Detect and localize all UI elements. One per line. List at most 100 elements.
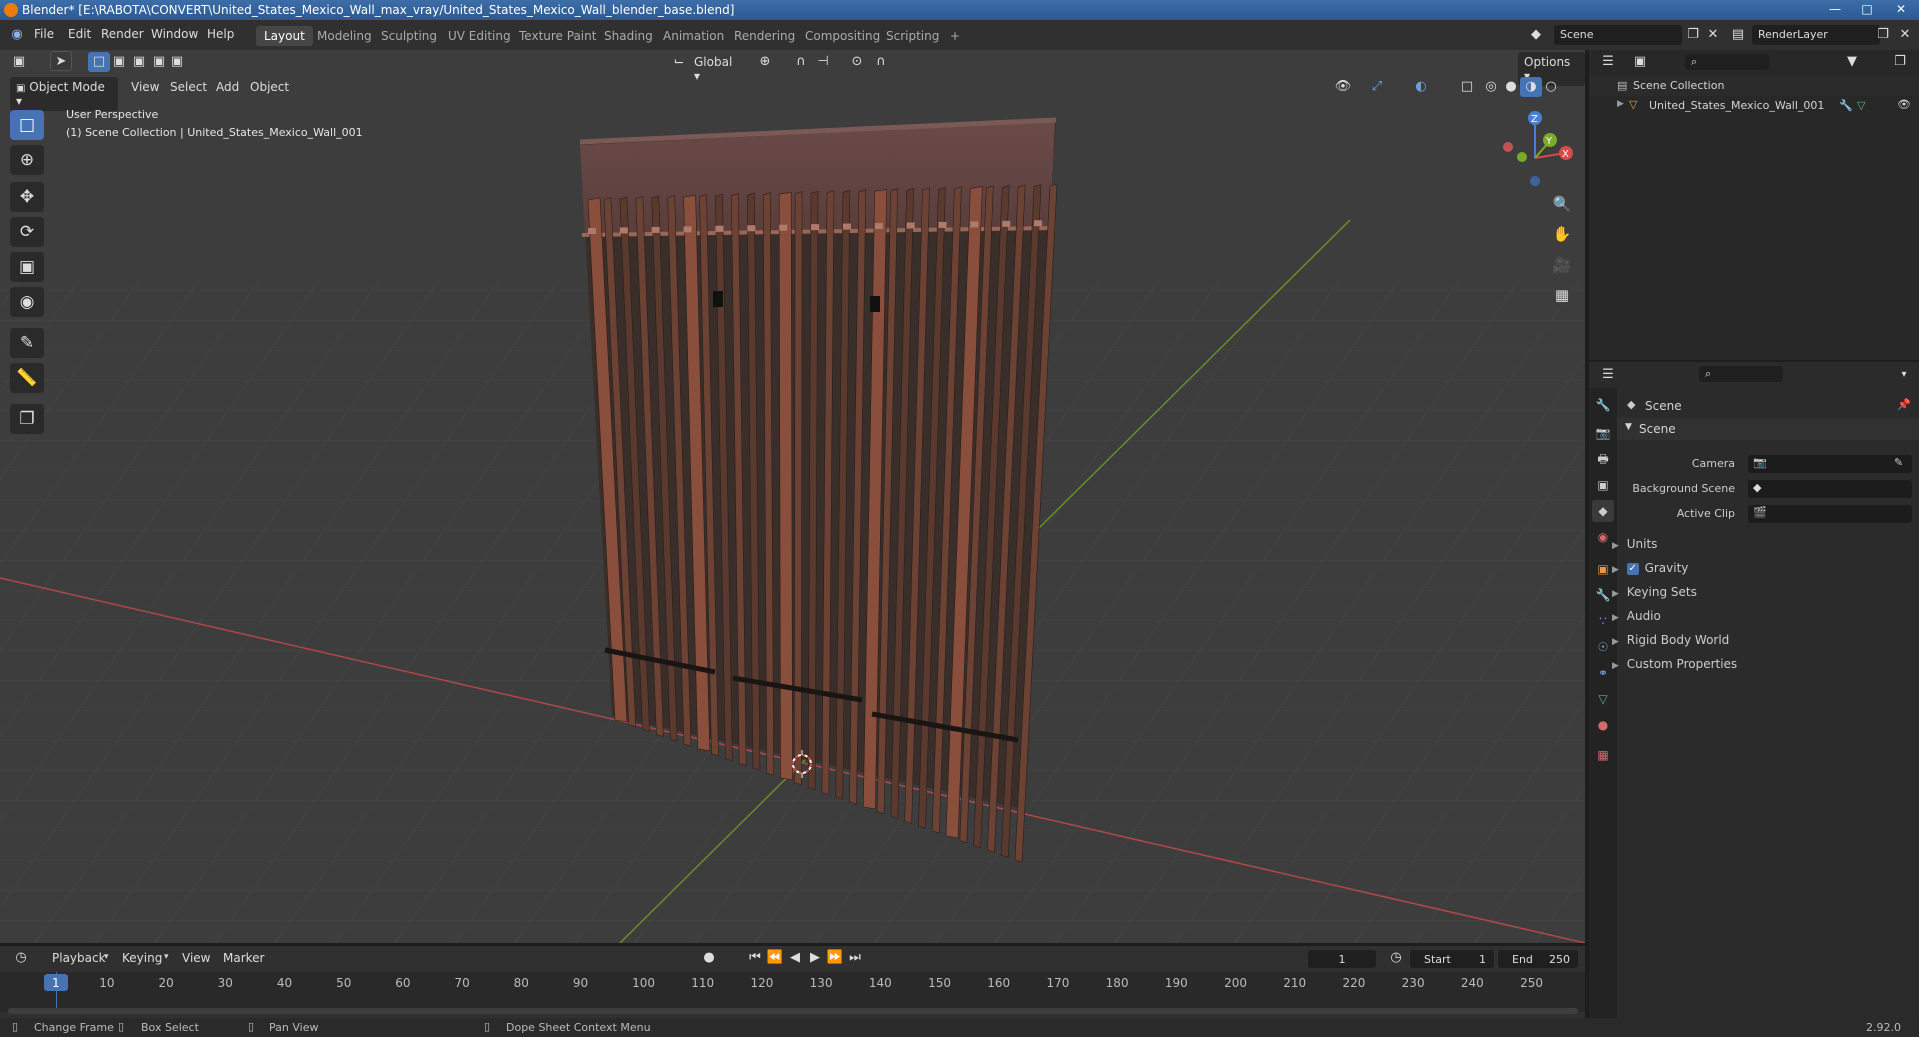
mesh-data-icon[interactable]: ▽ (1857, 99, 1865, 112)
texture-tab-icon[interactable]: ▦ (1592, 744, 1614, 766)
transform-orientation-dropdown[interactable]: Global ▾ (688, 52, 746, 86)
object-visibility-icon[interactable]: 👁 (1332, 77, 1354, 97)
tab-texture-paint[interactable]: Texture Paint (511, 26, 604, 46)
tab-modeling[interactable]: Modeling (309, 26, 380, 46)
rotate-tool-icon[interactable]: ⟳ (10, 217, 44, 247)
timeline-menu-marker[interactable]: Marker (223, 951, 264, 965)
jump-start-icon[interactable]: ⏮ (744, 948, 766, 968)
object-tab-icon[interactable]: ▣ (1592, 558, 1614, 580)
timeline-editor-type-icon[interactable]: ◷ (10, 948, 32, 968)
overlays-toggle-icon[interactable]: ◐ (1410, 77, 1432, 97)
zoom-icon[interactable]: 🔍 (1548, 190, 1576, 218)
3d-viewport[interactable]: Z Y X ▣ ➤ □ ▣ ▣ ▣ ▣ ⌙ Global ▾ ⊕ ∩ ⊣ ⊙ ∩… (0, 50, 1585, 943)
world-tab-icon[interactable]: ◉ (1592, 526, 1614, 548)
tab-uv-editing[interactable]: UV Editing (440, 26, 519, 46)
viewport-canvas[interactable]: Z Y X (0, 50, 1585, 943)
tab-compositing[interactable]: Compositing (797, 26, 888, 46)
keying-sets-panel[interactable]: ▶ Keying Sets (1612, 585, 1912, 607)
gravity-checkbox[interactable]: ✓ (1626, 562, 1639, 575)
menu-window[interactable]: Window (151, 27, 198, 41)
select-box-extend-icon[interactable]: ▣ (108, 52, 130, 72)
custom-properties-panel[interactable]: ▶ Custom Properties (1612, 657, 1912, 679)
eyedropper-icon[interactable]: ✎ (1894, 456, 1903, 469)
visibility-eye-icon[interactable]: 👁 (1897, 98, 1911, 111)
close-button[interactable]: ✕ (1886, 0, 1916, 18)
scene-section-header[interactable]: ▼ Scene (1617, 418, 1919, 440)
perspective-toggle-icon[interactable]: ▦ (1548, 281, 1576, 309)
pan-hand-icon[interactable]: ✋ (1548, 220, 1576, 248)
viewport-menu-add[interactable]: Add (216, 80, 239, 94)
new-layer-icon[interactable]: ❐ (1872, 25, 1894, 45)
cursor-tool-icon[interactable]: ⊕ (10, 145, 44, 175)
viewport-menu-object[interactable]: Object (250, 80, 289, 94)
minimize-button[interactable]: — (1820, 0, 1850, 18)
end-frame-field[interactable]: End 250 (1498, 950, 1578, 968)
modifier-icon[interactable]: 🔧 (1839, 99, 1853, 112)
maximize-button[interactable]: □ (1852, 0, 1882, 18)
constraints-tab-icon[interactable]: ⚭ (1592, 662, 1614, 684)
object-mode-dropdown[interactable]: ▣ Object Mode ▾ (10, 77, 118, 111)
next-keyframe-icon[interactable]: ⏩ (824, 948, 846, 968)
transform-tool-icon[interactable]: ◉ (10, 287, 44, 317)
annotate-tool-icon[interactable]: ✎ (10, 328, 44, 358)
proportional-edit-icon[interactable]: ⊙ (846, 52, 868, 72)
viewport-menu-select[interactable]: Select (170, 80, 207, 94)
shading-solid-icon[interactable]: ● (1500, 77, 1522, 97)
pin-icon[interactable]: 📌 (1897, 398, 1911, 411)
tool-tab-icon[interactable]: 🔧 (1592, 394, 1614, 416)
xray-toggle-icon[interactable]: □ (1456, 77, 1478, 97)
editor-type-icon[interactable]: ▣ (8, 52, 30, 72)
background-scene-field[interactable]: ◆ (1748, 480, 1912, 498)
active-clip-field[interactable]: 🎬 (1748, 505, 1912, 523)
menu-render[interactable]: Render (101, 27, 144, 41)
rigid-body-world-panel[interactable]: ▶ Rigid Body World (1612, 633, 1912, 655)
tab-rendering[interactable]: Rendering (726, 26, 803, 46)
preview-range-icon[interactable]: ◷ (1385, 948, 1407, 968)
outliner-row-root[interactable]: ▤ Scene Collection (1589, 76, 1919, 96)
view-layer-tab-icon[interactable]: ▣ (1592, 474, 1614, 496)
display-mode-icon[interactable]: ▣ (1629, 52, 1651, 72)
view-layer-icon[interactable]: ▤ (1727, 25, 1749, 45)
record-icon[interactable]: ● (698, 948, 720, 968)
select-box-new-icon[interactable]: □ (88, 52, 110, 72)
prev-keyframe-icon[interactable]: ⏪ (764, 948, 786, 968)
snap-icon[interactable]: ∩ (790, 52, 812, 72)
viewport-menu-view[interactable]: View (131, 80, 159, 94)
blender-menu-icon[interactable]: ◉ (6, 25, 28, 45)
particles-tab-icon[interactable]: ∵ (1592, 610, 1614, 632)
scene-tab-icon[interactable]: ◆ (1592, 500, 1614, 522)
add-workspace-button[interactable]: + (942, 26, 968, 46)
timeline-scrollbar[interactable] (8, 1008, 1578, 1014)
tab-scripting[interactable]: Scripting (878, 26, 947, 46)
timeline-menu-keying[interactable]: Keying (122, 951, 162, 965)
shading-wireframe-icon[interactable]: ◎ (1480, 77, 1502, 97)
physics-tab-icon[interactable]: ☉ (1592, 636, 1614, 658)
modifier-tab-icon[interactable]: 🔧 (1592, 584, 1614, 606)
navigation-gizmo[interactable]: Z Y X (1503, 111, 1573, 186)
scene-selector[interactable]: Scene (1554, 25, 1682, 45)
move-tool-icon[interactable]: ✥ (10, 182, 44, 212)
tab-animation[interactable]: Animation (655, 26, 732, 46)
shading-rendered-icon[interactable]: ○ (1540, 77, 1562, 97)
scene-icon[interactable]: ◆ (1525, 25, 1547, 45)
delete-layer-icon[interactable]: ✕ (1894, 25, 1916, 45)
play-reverse-icon[interactable]: ◀ (784, 948, 806, 968)
gizmo-toggle-icon[interactable]: ⤢ (1366, 77, 1388, 97)
menu-file[interactable]: File (34, 27, 54, 41)
pivot-point-icon[interactable]: ⊕ (754, 52, 776, 72)
start-frame-field[interactable]: Start 1 (1410, 950, 1494, 968)
gravity-panel[interactable]: ▶ ✓ Gravity (1612, 561, 1912, 583)
units-panel[interactable]: ▶ Units (1612, 537, 1912, 559)
delete-scene-icon[interactable]: ✕ (1702, 25, 1724, 45)
measure-tool-icon[interactable]: 📏 (10, 363, 44, 393)
transform-orientation-icon[interactable]: ⌙ (668, 52, 690, 72)
select-box-tool-icon[interactable]: □ (10, 110, 44, 140)
scale-tool-icon[interactable]: ▣ (10, 252, 44, 282)
camera-field[interactable]: 📷 ✎ (1748, 455, 1912, 473)
play-icon[interactable]: ▶ (804, 948, 826, 968)
timeline-menu-view[interactable]: View (182, 951, 210, 965)
outliner-search-input[interactable]: ⌕ (1685, 54, 1769, 70)
render-layer-selector[interactable]: RenderLayer (1752, 25, 1880, 45)
expand-arrow-icon[interactable]: ▶ (1617, 99, 1624, 109)
menu-edit[interactable]: Edit (68, 27, 91, 41)
